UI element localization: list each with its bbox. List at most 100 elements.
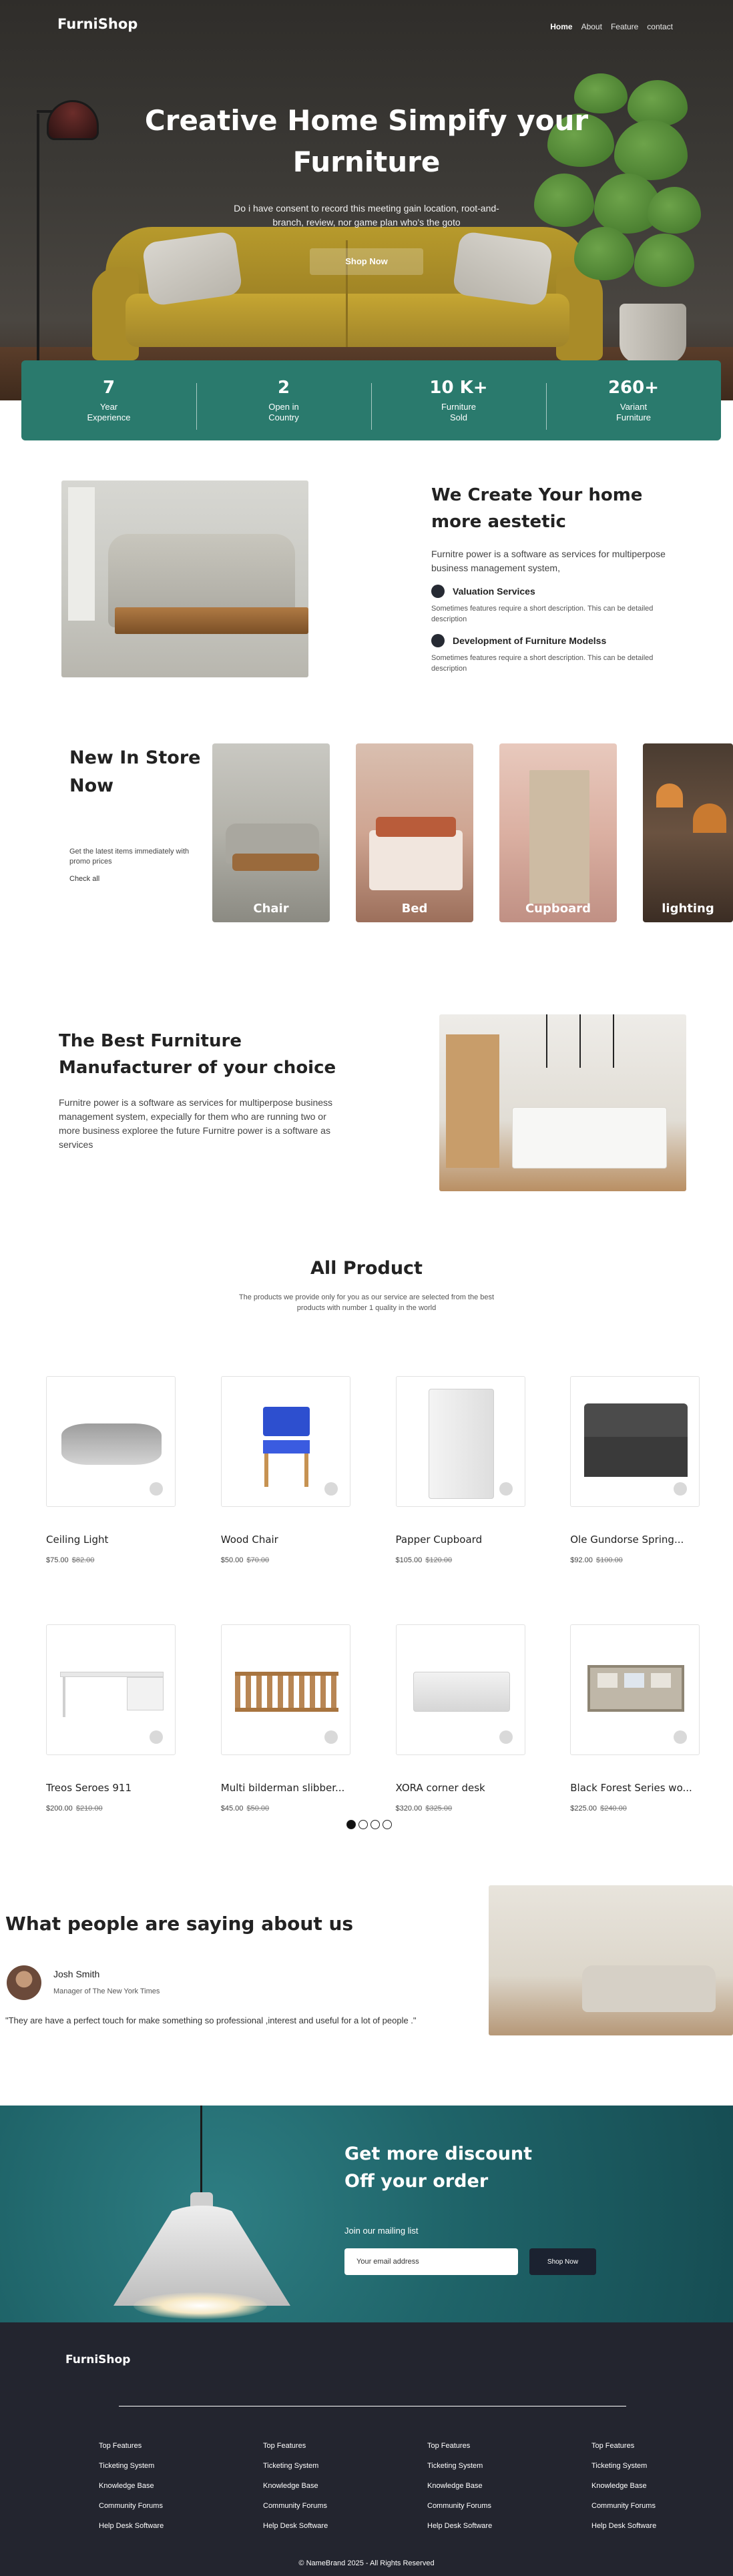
discount-title: Get more discount Off your order	[344, 2144, 533, 2192]
product-card[interactable]: Wood Chair $50.00 $70.00	[220, 1376, 350, 1624]
favorite-icon[interactable]	[150, 1730, 163, 1744]
email-field[interactable]	[344, 2248, 518, 2275]
footer-link[interactable]: Top Features	[263, 2436, 427, 2456]
page-dot-1[interactable]	[346, 1820, 356, 1829]
product-price: $320.00 $325.00	[395, 1805, 453, 1813]
favorite-icon[interactable]	[324, 1730, 338, 1744]
nav-item-about[interactable]: About	[581, 22, 602, 31]
product-name: XORA corner desk	[395, 1782, 485, 1794]
nav-item-home[interactable]: Home	[550, 22, 572, 31]
category-card-chair[interactable]: Chair	[212, 743, 330, 922]
footer-link[interactable]: Community Forums	[591, 2496, 733, 2516]
favorite-icon[interactable]	[674, 1730, 688, 1744]
footer-link[interactable]: Ticketing System	[99, 2456, 263, 2476]
store-desc: Get the latest items immediately with pr…	[69, 848, 190, 866]
testimonial-section: What people are saying about us Josh Smi…	[0, 1879, 733, 2106]
living-room-image	[61, 480, 308, 677]
shop-now-button[interactable]: Shop Now	[310, 248, 423, 275]
footer-link[interactable]: Community Forums	[263, 2496, 427, 2516]
best-furniture-section: The Best Furniture Manufacturer of your …	[0, 988, 733, 1241]
product-image	[570, 1376, 700, 1507]
stat-label: Experience	[87, 412, 131, 422]
product-name: Treos Seroes 911	[46, 1782, 132, 1794]
footer-link[interactable]: Ticketing System	[427, 2456, 591, 2476]
create-title: We Create Your home more aestetic	[431, 485, 643, 532]
testimonial-quote: "They are have a perfect touch for make …	[5, 2015, 417, 2025]
footer-link[interactable]: Top Features	[99, 2436, 263, 2456]
footer-link[interactable]: Ticketing System	[263, 2456, 427, 2476]
category-card-lighting[interactable]: lighting	[643, 743, 733, 922]
product-image	[46, 1376, 176, 1507]
best-title: The Best Furniture Manufacturer of your …	[59, 1031, 336, 1078]
footer-link[interactable]: Knowledge Base	[591, 2476, 733, 2496]
product-card[interactable]: Papper Cupboard $105.00 $120.00	[395, 1376, 525, 1624]
copyright: © NameBrand 2025 - All Rights Reserved	[298, 2559, 435, 2567]
testimonial-room-image	[489, 1885, 733, 2035]
feature-desc: Sometimes features require a short descr…	[431, 605, 654, 623]
footer-link[interactable]: Knowledge Base	[99, 2476, 263, 2496]
favorite-icon[interactable]	[674, 1482, 688, 1496]
stat-value: 2	[277, 378, 290, 398]
product-image	[395, 1624, 525, 1755]
hero-title: Creative Home Simpify your Furniture	[144, 104, 589, 178]
product-price: $50.00 $70.00	[220, 1556, 270, 1564]
footer-link[interactable]: Help Desk Software	[99, 2516, 263, 2536]
favorite-icon[interactable]	[150, 1482, 163, 1496]
footer: FurniShop Top Features Ticketing System …	[0, 2322, 733, 2576]
stats-bar: 7 Year Experience 2 Open in Country 10 K+ …	[21, 360, 721, 440]
check-all-link[interactable]: Check all	[69, 875, 203, 883]
footer-link[interactable]: Help Desk Software	[591, 2516, 733, 2536]
stat-label: Variant	[620, 402, 648, 412]
product-image	[395, 1376, 525, 1507]
product-old-price: $82.00	[71, 1556, 95, 1564]
product-card[interactable]: Ole Gundorse Spring... $92.00 $100.00	[570, 1376, 700, 1624]
footer-column: Top Features Ticketing System Knowledge …	[427, 2436, 591, 2536]
nav-item-contact[interactable]: contact	[647, 22, 673, 31]
product-card[interactable]: Black Forest Series wo... $225.00 $240.0…	[570, 1624, 700, 1873]
product-image	[220, 1624, 350, 1755]
footer-link[interactable]: Community Forums	[427, 2496, 591, 2516]
footer-link[interactable]: Knowledge Base	[263, 2476, 427, 2496]
category-card-bed[interactable]: Bed	[356, 743, 473, 922]
product-card[interactable]: Ceiling Light $75.00 $82.00	[46, 1376, 176, 1624]
product-old-price: $100.00	[595, 1556, 623, 1564]
footer-link[interactable]: Ticketing System	[591, 2456, 733, 2476]
category-label: Cupboard	[525, 902, 591, 916]
create-body: Furnitre power is a software as services…	[431, 549, 666, 573]
favorite-icon[interactable]	[499, 1482, 513, 1496]
product-name: Multi bilderman slibber...	[220, 1782, 345, 1794]
footer-link[interactable]: Top Features	[427, 2436, 591, 2456]
footer-link[interactable]: Community Forums	[99, 2496, 263, 2516]
category-card-cupboard[interactable]: Cupboard	[499, 743, 617, 922]
page-dot-2[interactable]	[358, 1820, 368, 1829]
product-image	[46, 1624, 176, 1755]
footer-link[interactable]: Knowledge Base	[427, 2476, 591, 2496]
pagination	[346, 1820, 392, 1829]
pendant-lamp-cord	[200, 2106, 202, 2196]
page-dot-3[interactable]	[371, 1820, 380, 1829]
subscribe-shop-now-button[interactable]: Shop Now	[529, 2248, 596, 2275]
category-label: Chair	[253, 902, 289, 916]
stat-value: 10 K+	[429, 378, 488, 398]
footer-brand[interactable]: FurniShop	[65, 2353, 130, 2366]
footer-link[interactable]: Help Desk Software	[427, 2516, 591, 2536]
favorite-icon[interactable]	[324, 1482, 338, 1496]
product-old-price: $50.00	[246, 1805, 270, 1813]
products-title: All Product	[310, 1258, 423, 1279]
page-dot-4[interactable]	[383, 1820, 392, 1829]
create-section: We Create Your home more aestetic Furnit…	[0, 440, 733, 721]
brand-logo[interactable]: FurniShop	[57, 16, 138, 32]
products-subtitle: The products we provide only for you as …	[238, 1293, 495, 1312]
product-old-price: $70.00	[246, 1556, 270, 1564]
nav-item-feature[interactable]: Feature	[611, 22, 638, 31]
top-nav: FurniShop Home About Feature contact	[0, 0, 733, 53]
favorite-icon[interactable]	[499, 1730, 513, 1744]
category-label: lighting	[662, 902, 714, 916]
footer-link[interactable]: Help Desk Software	[263, 2516, 427, 2536]
product-card[interactable]: Multi bilderman slibber... $45.00 $50.00	[220, 1624, 350, 1873]
product-name: Ole Gundorse Spring...	[570, 1534, 684, 1546]
hero-section: FurniShop Home About Feature contact Cre…	[0, 0, 733, 400]
product-card[interactable]: XORA corner desk $320.00 $325.00	[395, 1624, 525, 1873]
product-card[interactable]: Treos Seroes 911 $200.00 $210.00	[46, 1624, 176, 1873]
footer-link[interactable]: Top Features	[591, 2436, 733, 2456]
